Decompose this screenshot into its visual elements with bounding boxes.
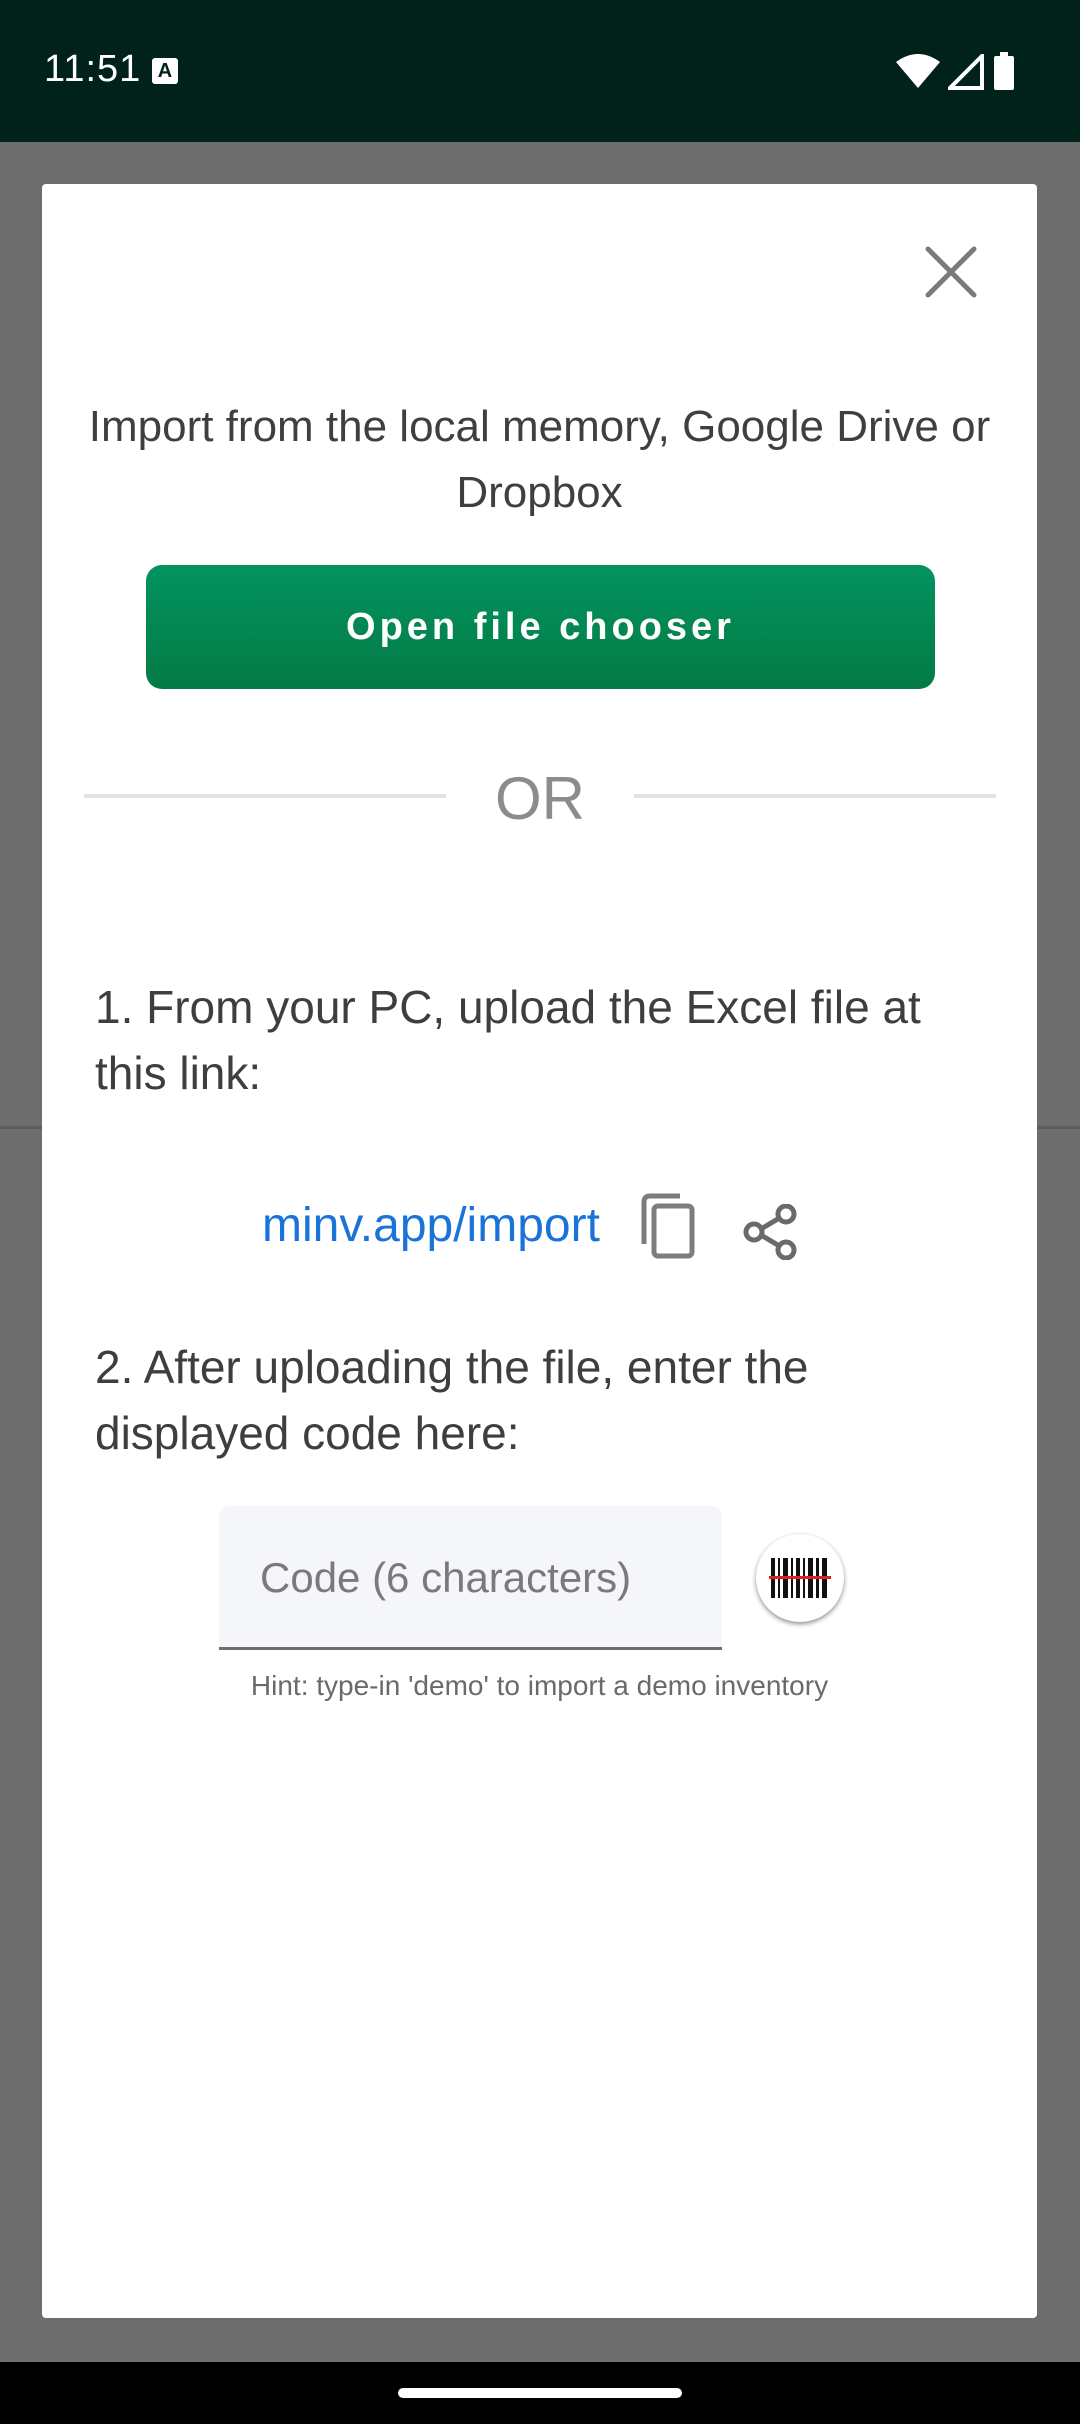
import-dialog: Import from the local memory, Google Dri… bbox=[42, 184, 1037, 2318]
accessibility-a-icon: A bbox=[152, 58, 178, 84]
close-button[interactable] bbox=[915, 236, 987, 308]
close-icon bbox=[925, 246, 977, 298]
battery-icon bbox=[994, 52, 1014, 90]
code-input[interactable]: Code (6 characters) bbox=[219, 1506, 722, 1650]
share-icon[interactable] bbox=[742, 1204, 800, 1260]
import-title: Import from the local memory, Google Dri… bbox=[88, 402, 991, 517]
status-time: 11:51 bbox=[44, 48, 142, 90]
barcode-scan-icon bbox=[769, 1558, 831, 1598]
or-separator: OR bbox=[84, 764, 996, 844]
open-file-chooser-button[interactable]: Open file chooser bbox=[146, 565, 935, 689]
scan-barcode-button[interactable] bbox=[756, 1534, 844, 1622]
or-label: OR bbox=[495, 765, 585, 832]
copy-icon[interactable] bbox=[638, 1192, 698, 1262]
separator-line-right bbox=[634, 794, 996, 798]
import-link[interactable]: minv.app/import bbox=[262, 1198, 600, 1253]
separator-line-left bbox=[84, 794, 446, 798]
home-gesture-handle[interactable] bbox=[398, 2388, 682, 2398]
status-bar: 11:51 A bbox=[0, 0, 1080, 142]
demo-hint: Hint: type-in 'demo' to import a demo in… bbox=[250, 1670, 829, 1701]
step1-instructions: 1. From your PC, upload the Excel file a… bbox=[95, 981, 921, 1099]
signal-icon bbox=[948, 54, 984, 90]
status-icons bbox=[896, 52, 1046, 92]
step2-instructions: 2. After uploading the file, enter the d… bbox=[95, 1341, 809, 1459]
wifi-icon bbox=[896, 54, 940, 88]
